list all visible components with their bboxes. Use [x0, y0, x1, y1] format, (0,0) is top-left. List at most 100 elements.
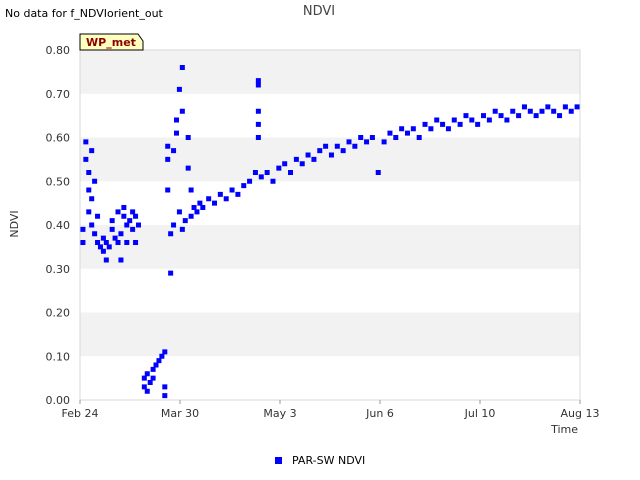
data-point [255, 108, 261, 114]
data-point [89, 222, 95, 228]
data-point [212, 200, 218, 206]
data-point [124, 222, 130, 228]
data-point [188, 187, 194, 193]
data-point [404, 130, 410, 136]
data-point [486, 117, 492, 123]
data-point [182, 218, 188, 224]
data-point [492, 108, 498, 114]
data-point [97, 244, 103, 250]
data-point [95, 240, 101, 245]
data-point [100, 235, 106, 241]
data-point [103, 240, 109, 245]
data-point [194, 209, 200, 215]
data-point [171, 148, 177, 154]
data-point [106, 244, 112, 250]
grid-band [80, 50, 580, 94]
ndvi-chart: 0.00 0.10 0.20 0.30 0.40 0.50 0.60 0.70 0.80 Feb… [8, 4, 600, 467]
data-point [141, 384, 147, 390]
y-tick-label: 0.80 [46, 44, 71, 57]
data-point [86, 209, 92, 215]
grid-band [80, 137, 580, 182]
data-point [191, 205, 197, 210]
data-point [188, 213, 194, 219]
data-point [504, 117, 510, 123]
data-point [103, 257, 109, 263]
y-tick-label: 0.60 [46, 132, 71, 145]
data-point [416, 135, 422, 140]
data-point [323, 143, 329, 149]
data-point [121, 213, 127, 219]
data-point [109, 218, 115, 224]
data-point [434, 117, 440, 123]
data-point [173, 117, 179, 123]
data-point [229, 187, 235, 193]
data-point [156, 358, 162, 364]
data-point [80, 240, 86, 245]
data-point [533, 113, 539, 119]
data-point [510, 108, 516, 114]
data-point [200, 205, 206, 210]
y-axis-label: NDVI [8, 210, 21, 237]
data-point [162, 393, 168, 399]
data-point [475, 121, 481, 127]
grid-band [80, 93, 580, 138]
x-tick-label: May 3 [263, 407, 296, 420]
data-point [83, 156, 89, 162]
x-tick-label: Jul 10 [464, 407, 496, 420]
legend: PAR-SW NDVI [275, 454, 365, 467]
data-point [135, 222, 141, 228]
data-point [399, 126, 405, 132]
data-point [159, 353, 165, 359]
data-point [299, 161, 305, 167]
data-point [165, 156, 171, 162]
data-point [358, 135, 364, 140]
data-point [557, 113, 563, 119]
data-point [252, 170, 258, 175]
data-point [115, 209, 121, 215]
data-point [445, 126, 451, 132]
data-point [440, 121, 446, 127]
data-point [498, 113, 504, 119]
data-point [352, 143, 358, 149]
y-tick-label: 0.00 [46, 394, 71, 407]
data-point [127, 218, 133, 224]
data-point [118, 257, 124, 263]
x-tick-label: Mar 30 [161, 407, 199, 420]
data-point [364, 139, 370, 145]
data-point [206, 196, 212, 202]
data-point [168, 270, 174, 276]
data-point [95, 213, 101, 219]
data-point [176, 209, 182, 215]
data-point [545, 104, 551, 110]
data-point [247, 178, 253, 184]
data-point [168, 231, 174, 237]
data-point [150, 366, 156, 372]
data-point [217, 191, 223, 197]
data-point [153, 362, 159, 368]
data-point [574, 104, 580, 110]
data-point [516, 113, 522, 119]
data-point [173, 130, 179, 136]
data-point [369, 135, 375, 140]
data-point [340, 148, 346, 154]
data-point [387, 130, 393, 136]
data-point [130, 226, 136, 232]
data-point [109, 226, 115, 232]
data-point [241, 183, 247, 189]
data-point [197, 200, 203, 206]
data-point [457, 121, 463, 127]
station-badge: WP_met [79, 33, 144, 51]
data-point [521, 104, 527, 110]
data-point [328, 152, 334, 158]
y-tick-label: 0.50 [46, 175, 71, 188]
legend-label: PAR-SW NDVI [292, 454, 365, 467]
data-point [481, 113, 487, 119]
data-point [124, 240, 130, 245]
y-tick-label: 0.20 [46, 307, 71, 320]
data-point [147, 380, 153, 385]
x-tick-label: Aug 13 [561, 407, 600, 420]
data-point [162, 349, 168, 355]
data-point [121, 205, 127, 210]
data-point [255, 121, 261, 127]
data-point [133, 213, 139, 219]
